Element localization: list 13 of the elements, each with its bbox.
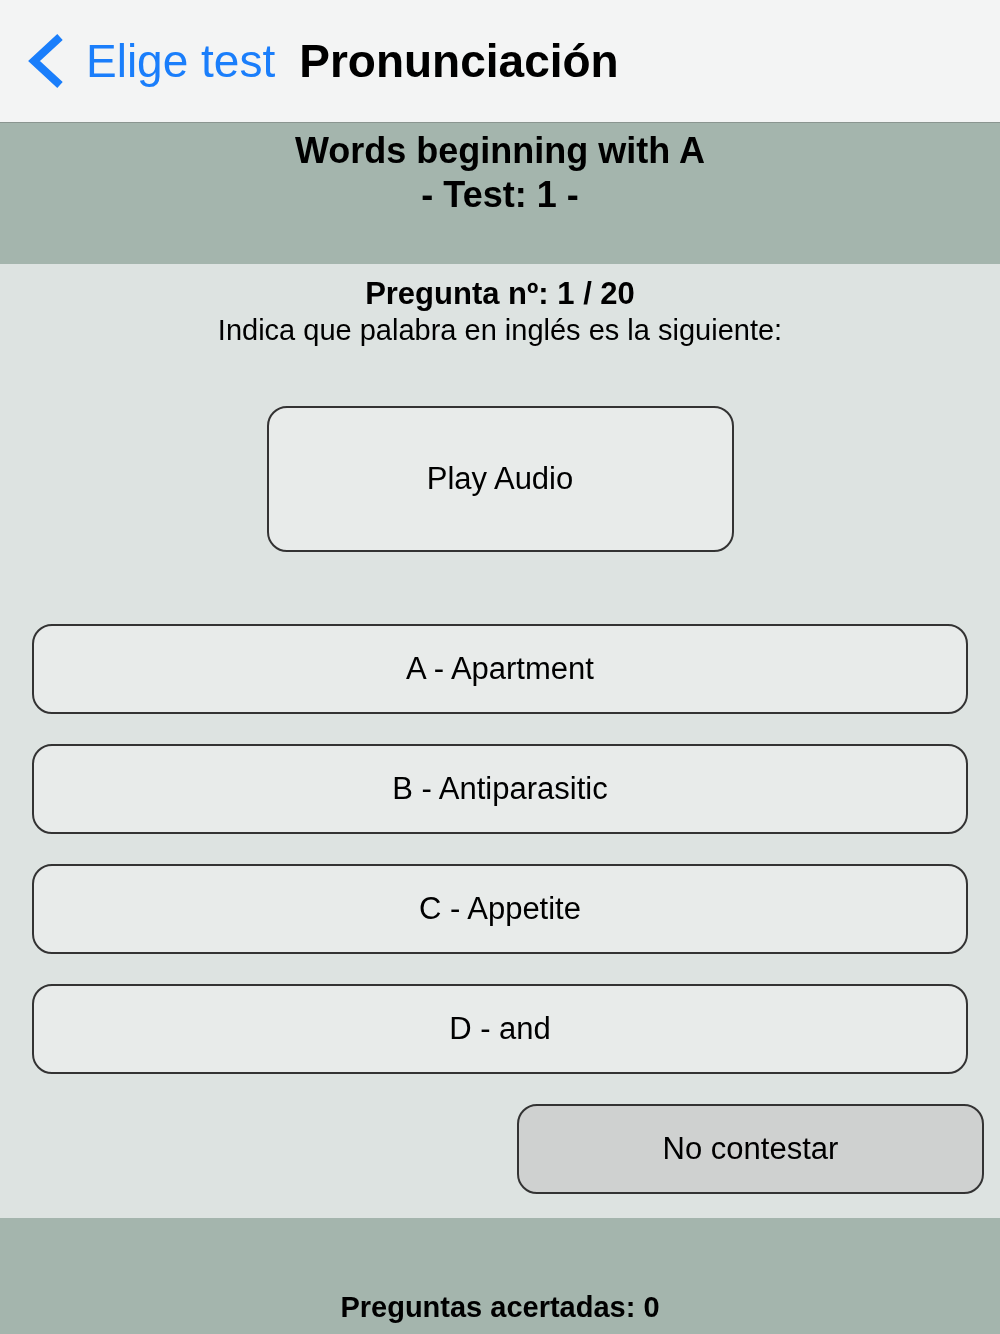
question-prompt: Indica que palabra en inglés es la siguiente:: [217, 313, 783, 348]
test-number: - Test: 1 -: [421, 173, 579, 217]
skip-button[interactable]: No contestar: [517, 1104, 984, 1194]
question-number: Pregunta nº: 1 / 20: [365, 276, 635, 312]
play-audio-button[interactable]: Play Audio: [266, 406, 734, 552]
answer-button[interactable]: B - Antiparasitic: [32, 744, 968, 834]
test-title: Words beginning with A: [295, 129, 705, 173]
screen-title: Pronunciación: [299, 33, 619, 89]
back-button[interactable]: Elige test: [26, 26, 276, 96]
answer-button[interactable]: D - and: [32, 984, 968, 1074]
correct-count: Preguntas acertadas: 0: [340, 1290, 660, 1324]
answer-button[interactable]: C - Appetite: [32, 864, 968, 954]
answer-button[interactable]: A - Apartment: [32, 624, 968, 714]
